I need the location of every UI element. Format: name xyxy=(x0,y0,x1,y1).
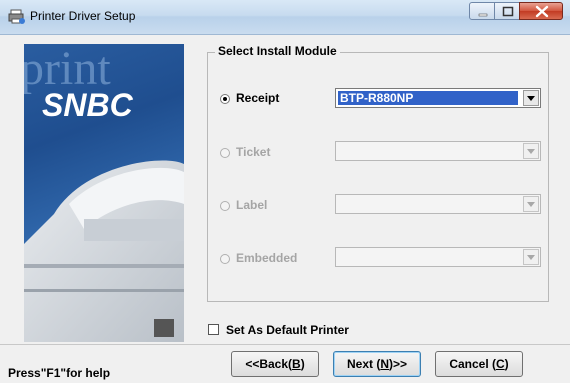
receipt-model-value: BTP-R880NP xyxy=(338,91,518,105)
label-model-dropdown-button[interactable] xyxy=(523,196,539,212)
default-printer-option[interactable]: Set As Default Printer xyxy=(208,322,378,338)
footer-divider xyxy=(0,344,570,345)
radio-receipt[interactable]: Receipt xyxy=(220,90,320,108)
radio-label-indicator[interactable] xyxy=(220,201,230,211)
cancel-button[interactable]: Cancel (C) xyxy=(435,351,523,377)
ticket-model-select[interactable] xyxy=(335,141,541,161)
back-button[interactable]: <<Back(B) xyxy=(231,351,319,377)
radio-receipt-indicator[interactable] xyxy=(220,94,230,104)
default-printer-label[interactable]: Set As Default Printer xyxy=(226,323,349,337)
window-title: Printer Driver Setup xyxy=(30,9,136,23)
chevron-down-icon xyxy=(527,149,535,154)
printer-setup-icon xyxy=(8,9,26,25)
embedded-model-select[interactable] xyxy=(335,247,541,267)
cancel-button-label: Cancel xyxy=(449,357,492,371)
radio-ticket[interactable]: Ticket xyxy=(220,144,320,162)
group-title: Select Install Module xyxy=(215,44,340,58)
maximize-button[interactable] xyxy=(494,2,520,20)
radio-receipt-label[interactable]: Receipt xyxy=(236,91,279,105)
setup-window: Printer Driver Setup print SNBC Select I… xyxy=(0,0,570,383)
chevron-down-icon xyxy=(527,202,535,207)
receipt-model-dropdown-button[interactable] xyxy=(523,90,539,106)
chevron-down-icon xyxy=(527,96,535,101)
back-button-label: <<Back xyxy=(245,357,289,371)
default-printer-checkbox[interactable] xyxy=(208,324,219,335)
ticket-model-dropdown-button[interactable] xyxy=(523,143,539,159)
radio-ticket-indicator[interactable] xyxy=(220,148,230,158)
radio-embedded-indicator[interactable] xyxy=(220,254,230,264)
radio-ticket-label[interactable]: Ticket xyxy=(236,145,270,159)
brand-banner-image: print SNBC xyxy=(24,44,184,342)
receipt-model-select[interactable]: BTP-R880NP xyxy=(335,88,541,108)
brand-logo: SNBC xyxy=(42,87,134,123)
next-button-key: N xyxy=(380,357,389,371)
radio-embedded[interactable]: Embedded xyxy=(220,250,330,268)
maximize-icon xyxy=(502,6,514,17)
minimize-button[interactable] xyxy=(469,2,495,20)
radio-embedded-label[interactable]: Embedded xyxy=(236,251,297,265)
next-button[interactable]: Next (N)>> xyxy=(333,351,421,377)
close-icon xyxy=(535,5,549,18)
back-button-key: B xyxy=(292,357,301,371)
label-model-select[interactable] xyxy=(335,194,541,214)
chevron-down-icon xyxy=(527,255,535,260)
next-button-label: Next xyxy=(346,357,377,371)
radio-label[interactable]: Label xyxy=(220,197,320,215)
cancel-button-key: C xyxy=(496,357,505,371)
help-status-text: Press"F1"for help xyxy=(8,366,111,380)
next-button-suffix: >> xyxy=(393,357,408,371)
minimize-icon xyxy=(478,13,488,17)
title-bar[interactable]: Printer Driver Setup xyxy=(0,0,570,35)
embedded-model-dropdown-button[interactable] xyxy=(523,249,539,265)
radio-label-label[interactable]: Label xyxy=(236,198,267,212)
close-button[interactable] xyxy=(519,2,563,20)
